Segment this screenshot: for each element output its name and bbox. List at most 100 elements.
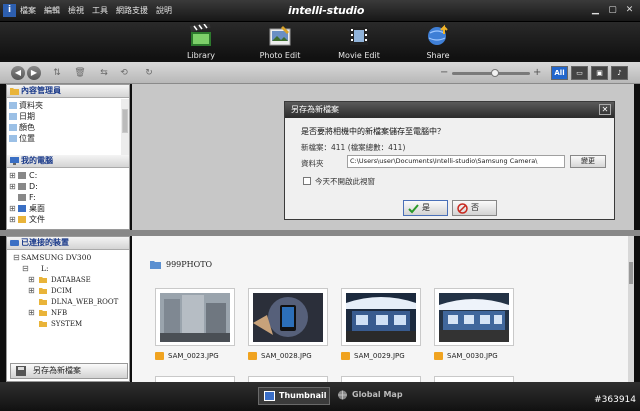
photo-edit-icon: [269, 26, 291, 46]
scrollbar[interactable]: [121, 99, 129, 159]
app-icon[interactable]: i: [3, 4, 16, 17]
collapse-icon[interactable]: ⊟: [22, 263, 29, 274]
folder-icon: [39, 277, 47, 283]
change-folder-button[interactable]: 變更: [570, 155, 606, 168]
photo-thumbnail: [346, 293, 416, 342]
movie-edit-icon: [350, 27, 368, 45]
mode-library[interactable]: Library: [171, 24, 231, 60]
tree-item-folder-system[interactable]: SYSTEM: [13, 318, 129, 329]
thumbnail-item[interactable]: [341, 288, 421, 346]
zoom-in-icon[interactable]: +: [533, 67, 541, 79]
thumbnail-filename: SAM_0029.JPG: [354, 352, 405, 360]
expand-icon[interactable]: ⊞: [9, 203, 16, 214]
drive-icon: [18, 183, 26, 190]
scrollbar-thumb[interactable]: [629, 262, 633, 284]
drive-name: L:: [41, 264, 49, 273]
tree-item-documents[interactable]: ⊞ 文件: [9, 214, 129, 225]
tree-item-folder-dcim[interactable]: ⊞ DCIM: [13, 285, 129, 296]
collapse-icon[interactable]: ⊟: [13, 252, 20, 263]
scrollbar-thumb[interactable]: [122, 109, 128, 133]
zoom-slider-handle[interactable]: [490, 69, 499, 77]
video-filter-icon[interactable]: ▭: [571, 66, 588, 80]
tree-item-folder-nfb[interactable]: ⊞ NFB: [13, 307, 129, 318]
expand-icon[interactable]: ⊞: [9, 170, 16, 181]
drive-icon: [18, 194, 26, 201]
no-button[interactable]: 否: [452, 200, 497, 216]
rotate-icon[interactable]: ⟲: [118, 67, 130, 79]
delete-icon[interactable]: 🗑: [74, 67, 86, 79]
tree-item-desktop[interactable]: ⊞ 桌面: [9, 203, 129, 214]
globe-icon: [338, 390, 347, 400]
tree-item-drive-d[interactable]: ⊞ D:: [9, 181, 129, 192]
audio-filter-icon[interactable]: ♪: [611, 66, 628, 80]
mode-share[interactable]: Share: [408, 24, 468, 60]
menu-tools[interactable]: 工具: [92, 5, 108, 16]
dialog-question: 是否要將相機中的新檔案儲存至電腦中？: [301, 127, 445, 136]
computer-icon: [10, 157, 19, 165]
expand-icon[interactable]: ⊞: [9, 214, 16, 225]
dialog-path-field[interactable]: C:\Users\user\Documents\Intelli-studio\S…: [347, 155, 565, 168]
mode-movie-edit[interactable]: Movie Edit: [329, 24, 389, 60]
zoom-slider[interactable]: [452, 69, 530, 77]
thumbnail-item[interactable]: [434, 288, 514, 346]
mode-toolbar: Library Photo Edit Movie Edit Share: [0, 22, 640, 62]
tree-item-label: 資料夾: [19, 101, 43, 110]
menu-web-support[interactable]: 網路支援: [116, 5, 148, 16]
tree-item-date[interactable]: 日期: [9, 111, 129, 122]
gallery-scrollbar[interactable]: [628, 236, 634, 382]
yes-button-label: 是: [422, 203, 430, 212]
zoom-out-icon[interactable]: −: [440, 67, 448, 79]
photo-filter-icon[interactable]: ▣: [591, 66, 608, 80]
folder-icon: [39, 321, 47, 327]
minimize-icon[interactable]: ▁: [589, 4, 602, 16]
expand-icon[interactable]: ⊞: [28, 307, 35, 318]
folder-icon: [39, 288, 47, 294]
content-manager-header: 內容管理員: [7, 85, 129, 98]
expand-icon[interactable]: ⊞: [28, 274, 35, 285]
menu-view[interactable]: 檢視: [68, 5, 84, 16]
my-computer-header: 我的電腦: [7, 155, 129, 168]
menu-help[interactable]: 說明: [156, 5, 172, 16]
forward-icon[interactable]: ▶: [27, 66, 41, 80]
thumbnail-view-icon: [264, 391, 275, 401]
tree-item-location[interactable]: 位置: [9, 133, 129, 144]
tree-item-folder-database[interactable]: ⊞ DATABASE: [13, 274, 129, 285]
expand-icon[interactable]: ⊞: [28, 285, 35, 296]
expand-icon[interactable]: ⊞: [9, 181, 16, 192]
tree-item-label: 顏色: [19, 123, 35, 132]
close-icon[interactable]: ✕: [623, 4, 636, 16]
title-bar: i 檔案 編輯 檢視 工具 網路支援 說明 intelli-studio ▁ ▢…: [0, 0, 640, 22]
menu-edit[interactable]: 編輯: [44, 5, 60, 16]
photo-type-icon: [341, 352, 350, 360]
maximize-icon[interactable]: ▢: [606, 4, 619, 16]
tab-global-map[interactable]: Global Map: [332, 387, 404, 405]
yes-button[interactable]: 是: [403, 200, 448, 216]
dont-show-checkbox[interactable]: [303, 177, 311, 185]
photo-type-icon: [248, 352, 257, 360]
tree-item-drive-f[interactable]: F:: [18, 192, 129, 203]
thumbnail-item[interactable]: [248, 288, 328, 346]
refresh-icon[interactable]: ↻: [143, 67, 155, 79]
tree-item-folder-dlna[interactable]: DLNA_WEB_ROOT: [13, 296, 129, 307]
transfer-icon[interactable]: ⇆: [98, 67, 110, 79]
film-clapper-icon: [189, 24, 211, 46]
folder-icon: [10, 88, 19, 95]
mode-photo-edit[interactable]: Photo Edit: [250, 24, 310, 60]
tree-item-drive-l[interactable]: ⊟ L:: [13, 263, 129, 274]
connected-devices-panel: 已連接的裝置 ⊟ SAMSUNG DV300 ⊟ L: ⊞ DATABASE ⊞ D…: [6, 236, 130, 382]
menu-file[interactable]: 檔案: [20, 5, 36, 16]
tree-item-device[interactable]: ⊟ SAMSUNG DV300: [13, 252, 129, 263]
back-icon[interactable]: ◀: [11, 66, 25, 80]
move-icon[interactable]: ⇅: [51, 67, 63, 79]
thumbnail-item[interactable]: [155, 288, 235, 346]
close-icon[interactable]: ✕: [599, 104, 611, 115]
tree-item-label: D:: [29, 182, 38, 191]
tree-item-drive-c[interactable]: ⊞ C:: [9, 170, 129, 181]
filter-all-button[interactable]: All: [551, 66, 568, 80]
tree-item-folder[interactable]: 資料夾: [9, 100, 129, 111]
dialog-title: 另存為新檔案: [291, 105, 339, 114]
tree-item-color[interactable]: 顏色: [9, 122, 129, 133]
tab-thumbnail[interactable]: Thumbnail: [258, 387, 330, 405]
desktop-icon: [18, 205, 26, 212]
save-new-files-button[interactable]: 另存為新檔案: [10, 363, 128, 379]
